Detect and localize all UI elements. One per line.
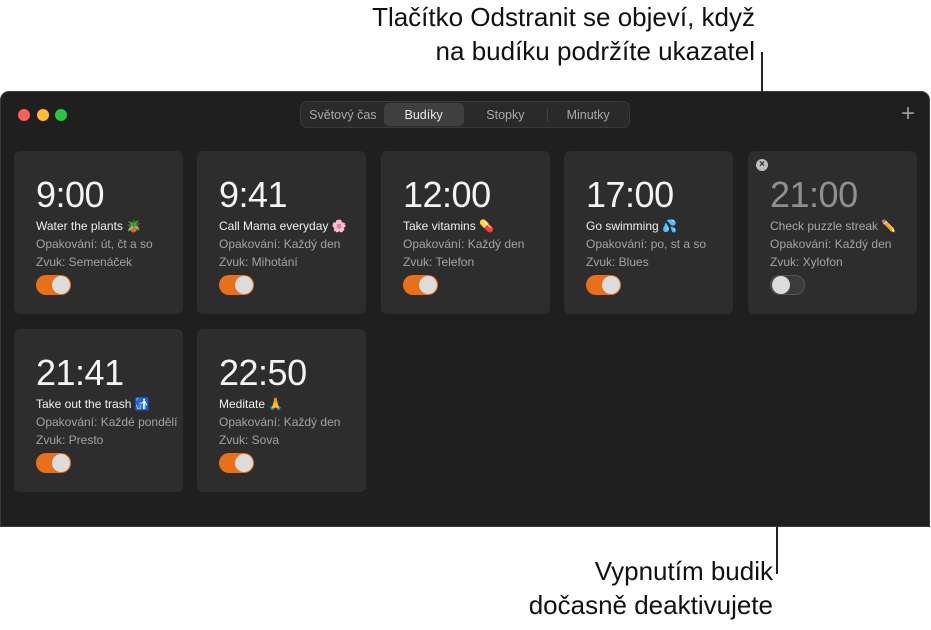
- alarm-label: Take out the trash 🚮: [36, 397, 150, 411]
- alarm-label: Meditate 🙏: [219, 397, 284, 411]
- clock-app-window: Světový čas Budíky Stopky Minutky + 9:00…: [0, 91, 930, 527]
- alarm-repeat: Opakování: po, st a so: [586, 237, 707, 251]
- alarm-time: 9:41: [219, 174, 288, 215]
- close-window-button[interactable]: [18, 109, 30, 121]
- alarm-time: 17:00: [586, 174, 674, 215]
- toggle-knob: [602, 276, 620, 294]
- toggle-knob: [52, 276, 70, 294]
- alarm-sound: Zvuk: Semenáček: [36, 255, 133, 269]
- alarm-toggle[interactable]: [770, 275, 805, 295]
- alarm-sound: Zvuk: Mihotání: [219, 255, 298, 269]
- toggle-knob: [419, 276, 437, 294]
- alarm-time: 21:41: [36, 352, 124, 393]
- tab-timers[interactable]: Minutky: [548, 103, 628, 126]
- tab-world-clock[interactable]: Světový čas: [302, 103, 384, 126]
- alarm-repeat: Opakování: Každý den: [219, 415, 341, 429]
- toggle-knob: [52, 454, 70, 472]
- toggle-knob: [235, 454, 253, 472]
- alarm-card[interactable]: 9:00 Water the plants 🪴 Opakování: út, č…: [14, 151, 183, 314]
- alarm-card-hovered[interactable]: × 21:00 Check puzzle streak ✏️ Opakování…: [748, 151, 917, 314]
- alarm-time: 21:00: [770, 174, 858, 215]
- alarm-label: Check puzzle streak ✏️: [770, 219, 897, 233]
- alarm-card[interactable]: 17:00 Go swimming 💦 Opakování: po, st a …: [564, 151, 733, 314]
- alarm-card[interactable]: 12:00 Take vitamins 💊 Opakování: Každý d…: [381, 151, 550, 314]
- zoom-window-button[interactable]: [55, 109, 67, 121]
- alarm-sound: Zvuk: Sova: [219, 433, 280, 447]
- minimize-window-button[interactable]: [37, 109, 49, 121]
- tab-alarms[interactable]: Budíky: [383, 103, 464, 126]
- alarm-time: 9:00: [36, 174, 105, 215]
- tab-stopwatch[interactable]: Stopky: [464, 103, 548, 126]
- view-tabs: Světový čas Budíky Stopky Minutky: [300, 101, 630, 128]
- alarm-toggle[interactable]: [36, 275, 71, 295]
- toggle-knob: [235, 276, 253, 294]
- alarm-toggle[interactable]: [403, 275, 438, 295]
- alarm-label: Take vitamins 💊: [403, 219, 494, 233]
- callout-delete-line1: Tlačítko Odstranit se objeví, když: [372, 2, 755, 32]
- alarm-card[interactable]: 22:50 Meditate 🙏 Opakování: Každý den Zv…: [197, 329, 366, 492]
- alarm-label: Call Mama everyday 🌸: [219, 219, 347, 233]
- alarm-repeat: Opakování: Každé pondělí: [36, 415, 178, 429]
- alarm-toggle[interactable]: [219, 453, 254, 473]
- alarm-toggle[interactable]: [586, 275, 621, 295]
- alarm-toggle[interactable]: [219, 275, 254, 295]
- alarm-repeat: Opakování: út, čt a so: [36, 237, 153, 251]
- alarm-repeat: Opakování: Každý den: [770, 237, 892, 251]
- callout-toggle-line1: Vypnutím budik: [594, 556, 773, 586]
- alarm-time: 12:00: [403, 174, 491, 215]
- alarm-sound: Zvuk: Telefon: [403, 255, 475, 269]
- callout-delete-button: Tlačítko Odstranit se objeví, když na bu…: [372, 0, 755, 68]
- callout-delete-line2: na budíku podržíte ukazatel: [435, 36, 755, 66]
- add-alarm-button[interactable]: +: [901, 100, 915, 128]
- alarm-repeat: Opakování: Každý den: [403, 237, 525, 251]
- alarm-card[interactable]: 9:41 Call Mama everyday 🌸 Opakování: Kaž…: [197, 151, 366, 314]
- toggle-knob: [772, 276, 790, 294]
- callout-toggle-line2: dočasně deaktivujete: [528, 590, 773, 620]
- alarm-sound: Zvuk: Xylofon: [770, 255, 843, 269]
- alarm-toggle[interactable]: [36, 453, 71, 473]
- alarm-label: Go swimming 💦: [586, 219, 677, 233]
- alarm-time: 22:50: [219, 352, 307, 393]
- alarm-sound: Zvuk: Blues: [586, 255, 649, 269]
- alarm-repeat: Opakování: Každý den: [219, 237, 341, 251]
- alarm-label: Water the plants 🪴: [36, 219, 142, 233]
- alarm-card[interactable]: 21:41 Take out the trash 🚮 Opakování: Ka…: [14, 329, 183, 492]
- alarm-sound: Zvuk: Presto: [36, 433, 104, 447]
- callout-toggle: Vypnutím budik dočasně deaktivujete: [529, 554, 773, 622]
- delete-alarm-icon[interactable]: ×: [756, 159, 768, 171]
